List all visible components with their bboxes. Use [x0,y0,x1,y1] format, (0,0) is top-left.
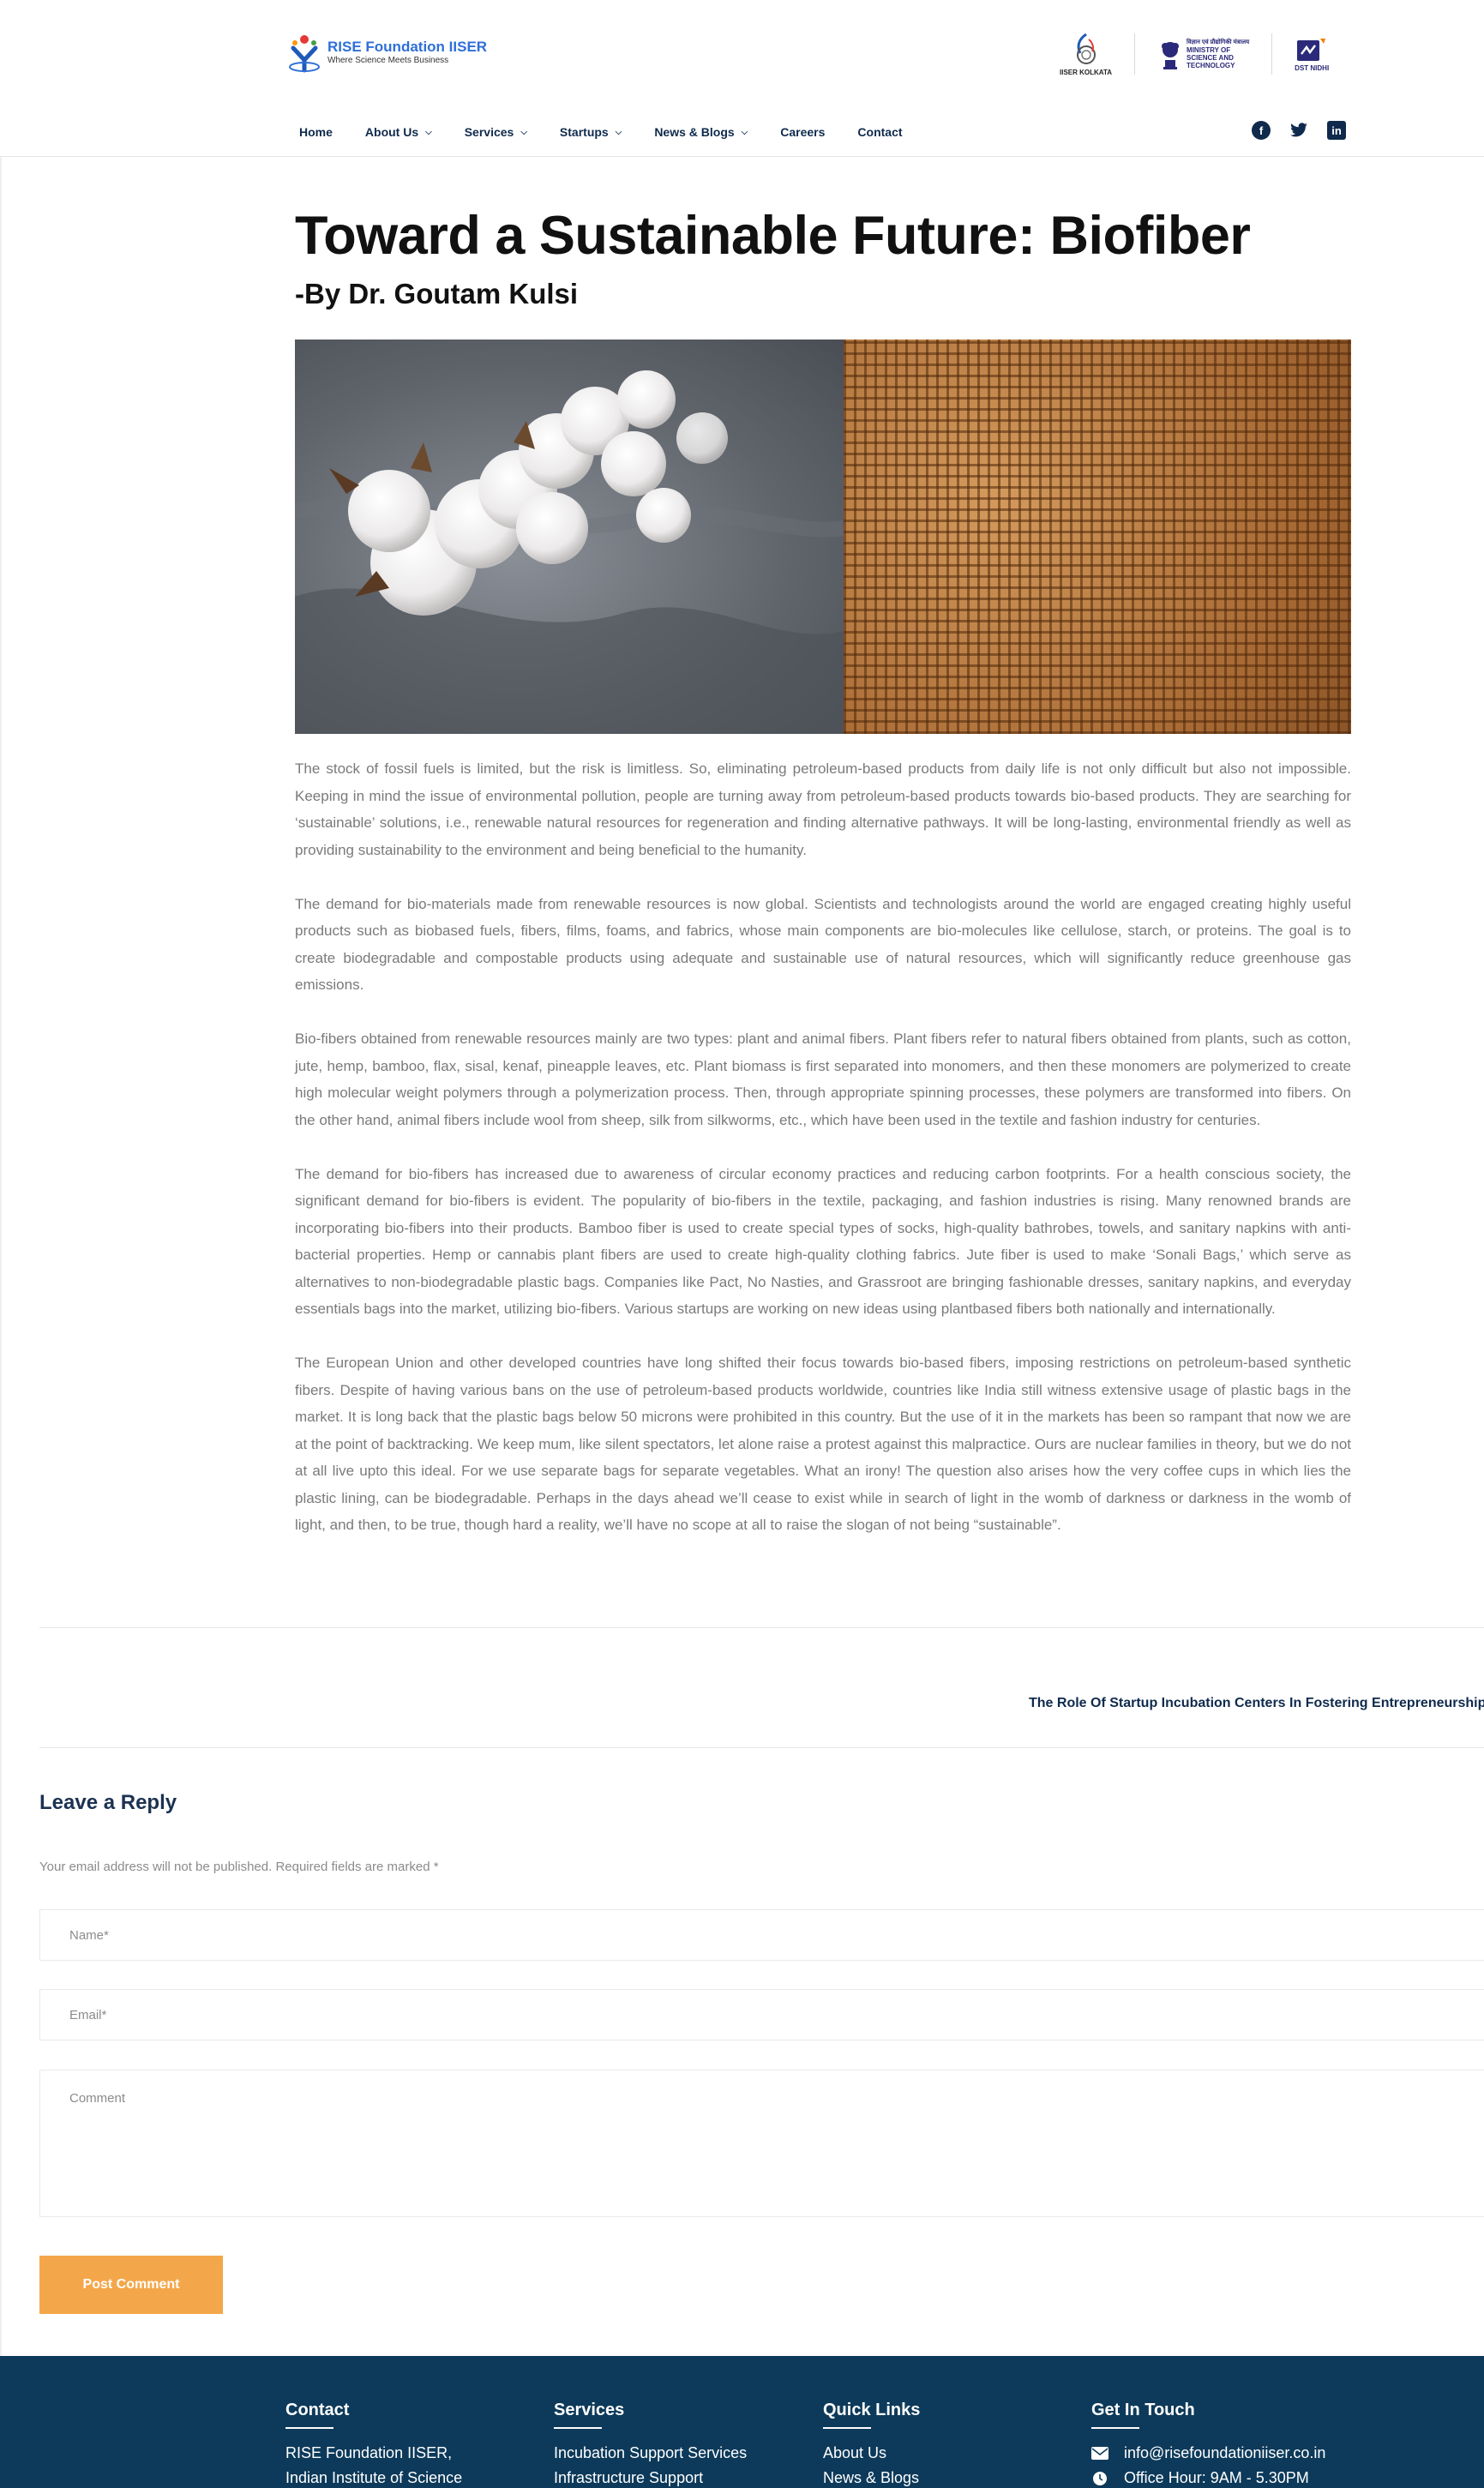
article-paragraph: The demand for bio-fibers has increased … [295,1165,1351,1318]
chevron-down-icon: ⌵ [520,127,527,137]
heading-underline [1091,2427,1139,2429]
comment-textarea[interactable]: Comment [39,2070,1484,2217]
nav-item-home[interactable]: Home [299,125,333,139]
nav-item-news-blogs[interactable]: News & Blogs ⌵ [654,125,748,139]
chevron-down-icon: ⌵ [741,127,748,137]
reply-heading: Leave a Reply [39,1791,177,1814]
article-paragraph: The European Union and other developed c… [295,1355,1351,1533]
article-body: The stock of fossil fuels is limited, bu… [295,755,1351,1566]
ministry-line-3: TECHNOLOGY [1187,62,1235,69]
footer-link[interactable]: Incubation Support Services [554,2441,747,2466]
article-title: Toward a Sustainable Future: Biofiber [295,206,1251,266]
article-header: Toward a Sustainable Future: Biofiber -B… [295,201,1351,311]
dst-nidhi-emblem-icon [1297,38,1326,61]
next-post-link[interactable]: The Role Of Startup Incubation Centers I… [1029,1696,1484,1711]
footer-heading: Get In Touch [1091,2401,1195,2419]
nav-label: Startups [559,125,609,139]
envelope-icon [1091,2447,1108,2461]
footer-text: Indian Institute of Science [285,2469,463,2486]
heading-underline [285,2427,333,2429]
facebook-icon[interactable]: f [1252,121,1271,140]
iiser-kolkata-logo[interactable]: IISER KOLKATA [1060,33,1112,76]
brand-logo-icon [288,29,321,75]
content-left-border [0,157,2,2356]
footer-quick-links-column: Quick Links About Us News & Blogs [823,2401,920,2488]
linkedin-icon[interactable]: in [1327,121,1346,140]
footer-contact-column: Contact RISE Foundation IISER, Indian In… [285,2401,462,2488]
post-comment-button[interactable]: Post Comment [39,2256,223,2314]
ministry-hindi: विज्ञान एवं प्रौद्योगिकी मंत्रालय [1187,39,1250,45]
article-paragraph: Bio-fibers obtained from renewable resou… [295,1031,1351,1128]
footer-heading: Services [554,2401,625,2419]
site-header: RISE Foundation IISER Where Science Meet… [0,0,1484,157]
dst-nidhi-label: DST NIDHI [1295,63,1330,72]
reply-note: Your email address will not be published… [39,1860,439,1874]
brand-title: RISE Foundation IISER [327,39,488,55]
footer-link[interactable]: News & Blogs [823,2466,920,2488]
footer-heading: Quick Links [823,2401,921,2419]
nav-item-about-us[interactable]: About Us ⌵ [365,125,432,139]
ministry-science-technology-logo[interactable]: विज्ञान एवं प्रौद्योगिकी मंत्रालय MINIST… [1157,34,1249,74]
nav-item-services[interactable]: Services ⌵ [465,125,527,139]
main-nav: Home About Us ⌵ Services ⌵ Startups ⌵ News … [299,120,935,144]
partner-divider [1134,33,1136,75]
iiser-emblem-icon [1076,33,1096,64]
office-hours: Office Hour: 9AM - 5.30PM [1124,2469,1309,2486]
brand-tagline: Where Science Meets Business [327,56,449,65]
clock-icon [1091,2471,1108,2485]
divider [39,1627,1484,1628]
cotton-image [295,340,844,734]
article-paragraph: The stock of fossil fuels is limited, bu… [295,760,1351,858]
ministry-line-2: SCIENCE AND [1187,54,1234,62]
jute-burlap-image [844,340,1351,734]
twitter-icon[interactable] [1289,121,1308,140]
partner-logos: IISER KOLKATA विज्ञान एवं प्रौद्योगिकी म… [1060,26,1329,82]
national-emblem-icon [1162,42,1180,69]
chevron-down-icon: ⌵ [615,127,622,137]
article-byline: -By Dr. Goutam Kulsi [295,278,579,309]
nav-label: Careers [780,125,826,139]
nav-label: News & Blogs [654,125,735,139]
nav-item-careers[interactable]: Careers [780,125,825,139]
footer-email-link[interactable]: info@risefoundationiiser.co.in [1124,2441,1325,2466]
footer-get-in-touch-column: Get In Touch info@risefoundationiiser.co… [1091,2401,1325,2488]
footer-link[interactable]: About Us [823,2441,920,2466]
name-field[interactable]: Name* [39,1909,1484,1961]
footer-link[interactable]: Infrastructure Support [554,2466,747,2488]
nav-label: Contact [857,125,903,139]
article-hero-image [295,340,1351,734]
footer-services-column: Services Incubation Support Services Inf… [554,2401,747,2488]
nav-label: Home [299,125,333,139]
social-links: f in [1252,121,1365,140]
brand-logo[interactable]: RISE Foundation IISER Where Science Meet… [288,29,487,75]
footer-text: RISE Foundation IISER, [285,2444,453,2461]
heading-underline [554,2427,602,2429]
nav-item-contact[interactable]: Contact [857,125,902,139]
nav-label: Services [464,125,514,139]
article-paragraph: The demand for bio-materials made from r… [295,895,1351,994]
dst-nidhi-logo[interactable]: DST NIDHI [1295,37,1329,72]
divider [39,1747,1484,1748]
footer-heading: Contact [285,2401,350,2419]
iiser-label: IISER KOLKATA [1060,68,1113,76]
chevron-down-icon: ⌵ [425,127,432,137]
nav-item-startups[interactable]: Startups ⌵ [560,125,622,139]
ministry-line-1: MINISTRY OF [1187,46,1231,54]
heading-underline [823,2427,871,2429]
email-field[interactable]: Email* [39,1989,1484,2040]
nav-label: About Us [364,125,419,139]
partner-divider [1271,33,1273,75]
